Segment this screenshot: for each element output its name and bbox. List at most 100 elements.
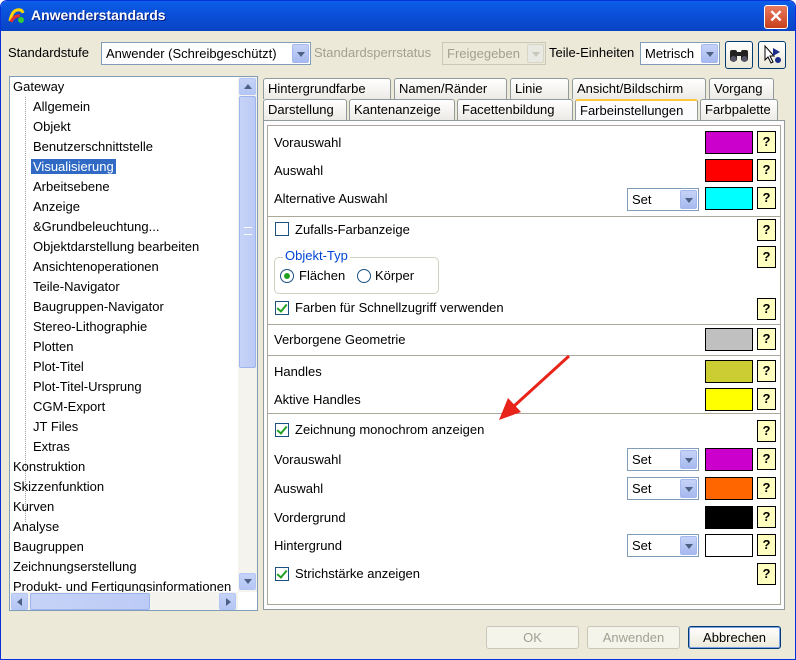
tree-item-child[interactable]: Ansichtenoperationen xyxy=(31,258,159,276)
tree-item-child[interactable]: Plot-Titel xyxy=(31,358,84,376)
vordergrund-label: Vordergrund xyxy=(274,510,346,525)
tree-item-category[interactable]: Baugruppen xyxy=(13,538,84,556)
strichstaerke-checkbox[interactable] xyxy=(275,567,289,581)
tree-item-child[interactable]: Objekt xyxy=(31,118,71,136)
scroll-down-icon[interactable] xyxy=(239,573,256,590)
monochrom-checkbox[interactable] xyxy=(275,423,289,437)
tree-item-category[interactable]: Zeichnungserstellung xyxy=(13,558,137,576)
scroll-left-icon[interactable] xyxy=(11,593,28,610)
tab-item[interactable]: Farbpalette xyxy=(700,99,778,120)
chevron-down-icon[interactable] xyxy=(680,190,697,209)
whats-this-button[interactable] xyxy=(758,41,786,69)
tree-item-child[interactable]: Plotten xyxy=(31,338,73,356)
tree-item-child[interactable]: &Grundbeleuchtung... xyxy=(31,218,159,236)
tree-item-child[interactable]: Allgemein xyxy=(31,98,90,116)
tree-item-child[interactable]: Stereo-Lithographie xyxy=(31,318,147,336)
help-icon[interactable]: ? xyxy=(757,477,778,501)
tree-item-child[interactable]: CGM-Export xyxy=(31,398,105,416)
schnellzugriff-checkbox[interactable] xyxy=(275,301,289,315)
sperrstatus-select: Freigegeben xyxy=(442,42,546,65)
help-icon[interactable]: ? xyxy=(757,187,778,211)
handles-color-swatch[interactable] xyxy=(705,360,753,383)
tree-item-category[interactable]: Konstruktion xyxy=(13,458,85,476)
zufalls-farbanzeige-checkbox[interactable] xyxy=(275,222,289,236)
auswahl-color-swatch[interactable] xyxy=(705,159,753,182)
chevron-down-icon[interactable] xyxy=(680,450,697,469)
tree-item-child[interactable]: JT Files xyxy=(31,418,78,436)
help-icon[interactable]: ? xyxy=(757,534,778,558)
title-bar[interactable]: Anwenderstandards ✕ xyxy=(1,1,795,31)
help-icon[interactable]: ? xyxy=(757,506,778,530)
auswahl-label: Auswahl xyxy=(274,163,324,178)
help-icon[interactable]: ? xyxy=(757,159,778,183)
aktive-handles-color-swatch[interactable] xyxy=(705,388,753,411)
mono-auswahl-color-swatch[interactable] xyxy=(705,477,753,500)
tab-item[interactable]: Farbeinstellungen xyxy=(575,99,698,122)
tab-item[interactable]: Facettenbildung xyxy=(457,99,573,120)
close-button[interactable]: ✕ xyxy=(764,5,788,29)
tree-item-category[interactable]: Kurven xyxy=(13,498,54,516)
scroll-right-icon[interactable] xyxy=(219,593,236,610)
tab-item[interactable]: Kantenanzeige xyxy=(349,99,455,120)
tree-item-child[interactable]: Benutzerschnittstelle xyxy=(31,138,153,156)
scroll-up-icon[interactable] xyxy=(239,78,256,95)
tree-item-category[interactable]: Analyse xyxy=(13,518,59,536)
help-icon[interactable]: ? xyxy=(757,246,778,270)
mono-vorauswahl-select[interactable]: Set xyxy=(627,448,699,471)
chevron-down-icon[interactable] xyxy=(292,44,309,63)
chevron-down-icon[interactable] xyxy=(701,44,718,63)
help-icon[interactable]: ? xyxy=(757,360,778,384)
tree-item-child[interactable]: Baugruppen-Navigator xyxy=(31,298,164,316)
tab-item[interactable]: Ansicht/Bildschirm xyxy=(572,78,706,99)
vordergrund-color-swatch[interactable] xyxy=(705,506,753,529)
tree-item-category[interactable]: Skizzenfunktion xyxy=(13,478,104,496)
tab-item[interactable]: Namen/Ränder xyxy=(394,78,507,99)
mono-auswahl-select[interactable]: Set xyxy=(627,477,699,500)
tree-item-child[interactable]: Anzeige xyxy=(31,198,80,216)
sperrstatus-label: Standardsperrstatus xyxy=(314,45,432,60)
apply-button[interactable]: Anwenden xyxy=(587,626,680,649)
ok-button[interactable]: OK xyxy=(486,626,579,649)
help-icon[interactable]: ? xyxy=(757,563,778,587)
tree-item-child[interactable]: Plot-Titel-Ursprung xyxy=(31,378,142,396)
annotation-arrow-icon xyxy=(499,354,571,420)
help-icon[interactable]: ? xyxy=(757,328,778,352)
help-icon[interactable]: ? xyxy=(757,298,778,322)
chevron-down-icon[interactable] xyxy=(680,536,697,555)
tree-item-child[interactable]: Arbeitsebene xyxy=(31,178,110,196)
tree-vertical-scrollbar[interactable] xyxy=(238,77,257,592)
tab-item[interactable]: Vorgang xyxy=(709,78,774,99)
tab-item[interactable]: Hintergrundfarbe xyxy=(263,78,391,99)
tab-item[interactable]: Darstellung xyxy=(263,99,347,120)
tree-horizontal-scrollbar[interactable] xyxy=(10,592,238,610)
tree-item-child[interactable]: Visualisierung xyxy=(31,158,116,176)
tree-item-child[interactable]: Objektdarstellung bearbeiten xyxy=(31,238,199,256)
einheiten-select[interactable]: Metrisch xyxy=(640,42,720,65)
hintergrund-color-swatch[interactable] xyxy=(705,534,753,557)
help-icon[interactable]: ? xyxy=(757,420,778,444)
mono-vorauswahl-color-swatch[interactable] xyxy=(705,448,753,471)
tree-item-child[interactable]: Extras xyxy=(31,438,70,456)
alternative-auswahl-select[interactable]: Set xyxy=(627,188,699,211)
standardstufe-select[interactable]: Anwender (Schreibgeschützt) xyxy=(101,42,311,65)
help-icon[interactable]: ? xyxy=(757,388,778,412)
find-button[interactable] xyxy=(725,41,753,69)
cancel-button[interactable]: Abbrechen xyxy=(688,626,781,649)
tree-item-child[interactable]: Teile-Navigator xyxy=(31,278,120,296)
tree-item-gateway[interactable]: Gateway xyxy=(13,78,64,96)
help-icon[interactable]: ? xyxy=(757,448,778,472)
tab-item[interactable]: Linie xyxy=(510,78,569,99)
chevron-down-icon[interactable] xyxy=(680,479,697,498)
koerper-label: Körper xyxy=(375,268,415,283)
help-icon[interactable]: ? xyxy=(757,219,778,243)
alternative-auswahl-color-swatch[interactable] xyxy=(705,187,753,210)
vorauswahl-color-swatch[interactable] xyxy=(705,131,753,154)
verborgene-geometrie-color-swatch[interactable] xyxy=(705,328,753,351)
help-icon[interactable]: ? xyxy=(757,131,778,155)
hintergrund-select[interactable]: Set xyxy=(627,534,699,557)
flaechen-radio[interactable] xyxy=(280,269,294,283)
koerper-radio[interactable] xyxy=(357,269,371,283)
category-tree[interactable]: Gateway Allgemein Objekt Benutzerschnittst… xyxy=(9,76,258,611)
scroll-thumb-horizontal[interactable] xyxy=(30,593,150,610)
scroll-thumb[interactable] xyxy=(239,96,256,368)
